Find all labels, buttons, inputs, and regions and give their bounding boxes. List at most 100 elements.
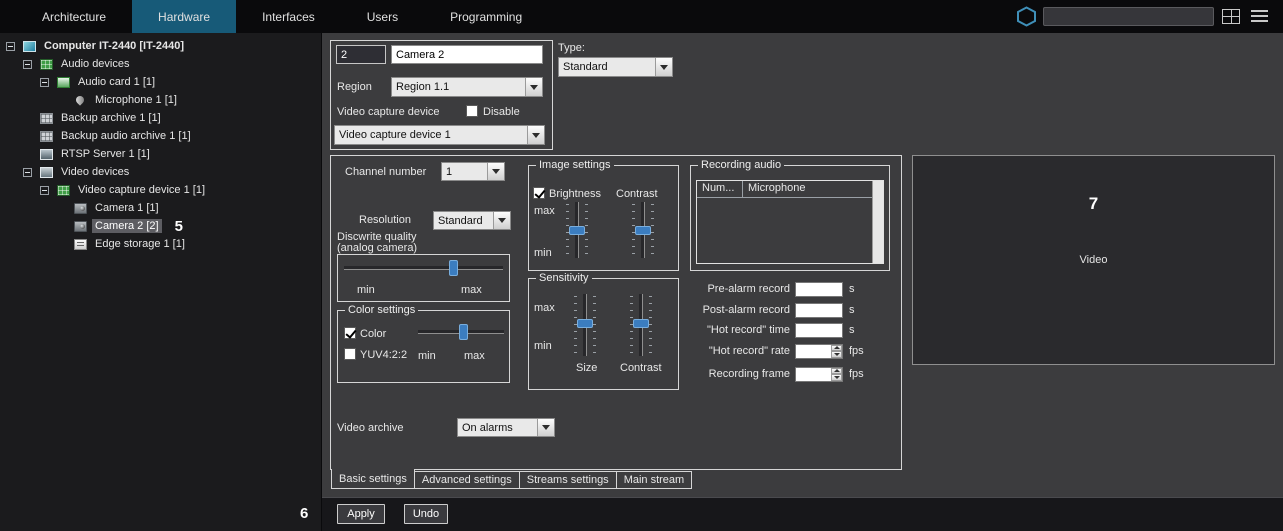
slider-thumb[interactable]	[459, 324, 469, 340]
tree-item-video-devices[interactable]: Video devices	[0, 163, 321, 181]
layout-grid-icon[interactable]	[1222, 9, 1240, 24]
recording-audio-title: Recording audio	[698, 159, 785, 171]
slider-ticks	[593, 296, 596, 354]
color-min-label: min	[418, 350, 436, 362]
tab-main-stream[interactable]: Main stream	[615, 471, 693, 489]
tree-collapse-icon[interactable]	[6, 41, 15, 51]
record-value-input[interactable]	[795, 322, 843, 338]
resolution-value: Standard	[438, 214, 483, 227]
tree-item-video-capture-device-1-1[interactable]: Video capture device 1 [1]	[0, 181, 321, 199]
brightness-slider[interactable]	[566, 202, 588, 258]
tree-item-camera-2-2[interactable]: Camera 2 [2] 5	[0, 217, 321, 235]
recording-audio-table[interactable]: Num... Microphone	[696, 180, 884, 264]
tree-item-microphone-1-1[interactable]: Microphone 1 [1]	[0, 91, 321, 109]
resolution-select[interactable]: Standard	[433, 211, 511, 230]
chevron-down-icon[interactable]	[537, 419, 554, 436]
yuv-checkbox[interactable]	[344, 348, 356, 360]
tree-expander-slot	[40, 185, 56, 195]
undo-button[interactable]: Undo	[404, 504, 448, 524]
record-unit-label: fps	[849, 345, 864, 357]
tab-streams-settings[interactable]: Streams settings	[518, 471, 617, 489]
tree-collapse-icon[interactable]	[23, 59, 32, 69]
slider-thumb[interactable]	[577, 318, 593, 328]
slider-thumb[interactable]	[569, 225, 585, 235]
tree-item-label: Audio card 1 [1]	[78, 76, 156, 88]
disable-checkbox[interactable]	[466, 105, 478, 117]
chevron-down-icon[interactable]	[493, 212, 510, 229]
tree-item-backup-archive-1-1[interactable]: Backup archive 1 [1]	[0, 109, 321, 127]
brightness-checkbox[interactable]	[533, 187, 545, 199]
chevron-down-icon[interactable]	[527, 126, 544, 144]
tree-item-edge-storage-1-1[interactable]: Edge storage 1 [1]	[0, 235, 321, 253]
slider-thumb[interactable]	[635, 225, 651, 235]
menu-item-architecture[interactable]: Architecture	[16, 0, 132, 33]
sensitivity-size-slider[interactable]	[574, 294, 596, 356]
tree-item-label: Camera 1 [1]	[95, 202, 159, 214]
record-value-input[interactable]	[795, 281, 843, 297]
channel-number-select[interactable]: 1	[441, 162, 505, 181]
column-header-microphone[interactable]: Microphone	[743, 181, 872, 197]
recording-audio-table-header: Num... Microphone	[697, 181, 872, 198]
menu-item-hardware[interactable]: Hardware	[132, 0, 237, 33]
record-unit-label: s	[849, 304, 855, 316]
chevron-down-icon[interactable]	[525, 78, 542, 96]
tree-item-audio-devices[interactable]: Audio devices	[0, 55, 321, 73]
spinner-control[interactable]	[831, 367, 842, 381]
slider-thumb[interactable]	[448, 260, 458, 276]
tree-collapse-icon[interactable]	[23, 167, 32, 177]
rtsp-server-icon	[40, 148, 53, 160]
menu-item-programming[interactable]: Programming	[424, 0, 548, 33]
color-settings-title: Color settings	[345, 304, 419, 316]
record-value-input[interactable]	[795, 302, 843, 318]
discwrite-quality-slider[interactable]	[344, 259, 503, 277]
tree-collapse-icon[interactable]	[40, 77, 49, 87]
apply-button[interactable]: Apply	[337, 504, 385, 524]
tree-collapse-icon[interactable]	[40, 185, 49, 195]
column-header-num[interactable]: Num...	[697, 181, 743, 197]
sensitivity-title: Sensitivity	[536, 272, 592, 284]
tree-item-audio-card-1-1[interactable]: Audio card 1 [1]	[0, 73, 321, 91]
channel-number-value: 1	[446, 165, 453, 178]
image-contrast-slider[interactable]	[632, 202, 654, 258]
sensitivity-contrast-label: Contrast	[620, 362, 662, 374]
table-scrollbar[interactable]	[872, 181, 883, 263]
tree-expander-slot	[40, 77, 56, 87]
tree-item-label: Backup archive 1 [1]	[61, 112, 161, 124]
region-select[interactable]: Region 1.1	[391, 77, 543, 97]
tree-item-camera-1-1[interactable]: Camera 1 [1]	[0, 199, 321, 217]
slider-thumb[interactable]	[633, 318, 649, 328]
color-checkbox[interactable]	[344, 327, 356, 339]
video-archive-select[interactable]: On alarms	[457, 418, 555, 437]
record-value-input[interactable]	[795, 366, 843, 382]
menu-item-interfaces[interactable]: Interfaces	[236, 0, 341, 33]
color-slider[interactable]	[418, 323, 504, 341]
sensitivity-contrast-slider[interactable]	[630, 294, 652, 356]
microphone-icon	[74, 95, 87, 106]
object-id-field[interactable]: 2	[336, 45, 386, 64]
color-settings-group: Color settings	[337, 304, 510, 383]
record-row: "Hot record" rate fps	[690, 343, 900, 359]
channel-number-label: Channel number	[345, 166, 427, 178]
tab-advanced-settings[interactable]: Advanced settings	[413, 471, 520, 489]
tree-item-backup-audio-archive-1-1[interactable]: Backup audio archive 1 [1]	[0, 127, 321, 145]
type-select[interactable]: Standard	[558, 57, 673, 77]
hamburger-menu-icon[interactable]	[1251, 10, 1268, 23]
tree-item-computer-it-2440-it-2440[interactable]: Computer IT-2440 [IT-2440]	[0, 37, 321, 55]
brightness-label: Brightness	[549, 188, 601, 200]
region-label: Region	[337, 81, 372, 93]
spinner-down-icon[interactable]	[831, 374, 842, 381]
record-value-input[interactable]	[795, 343, 843, 359]
object-name-input[interactable]: Camera 2	[391, 45, 543, 64]
spinner-down-icon[interactable]	[831, 351, 842, 358]
record-row: Pre-alarm record s	[690, 281, 900, 297]
spinner-control[interactable]	[831, 344, 842, 358]
capture-device-select[interactable]: Video capture device 1	[334, 125, 545, 145]
chevron-down-icon[interactable]	[487, 163, 504, 180]
menu-item-users[interactable]: Users	[341, 0, 424, 33]
chevron-down-icon[interactable]	[655, 58, 672, 76]
callout-5: 5	[174, 217, 183, 235]
region-select-value: Region 1.1	[396, 81, 450, 93]
tab-basic-settings[interactable]: Basic settings	[331, 469, 415, 489]
tree-item-rtsp-server-1-1[interactable]: RTSP Server 1 [1]	[0, 145, 321, 163]
search-input[interactable]	[1043, 7, 1214, 26]
